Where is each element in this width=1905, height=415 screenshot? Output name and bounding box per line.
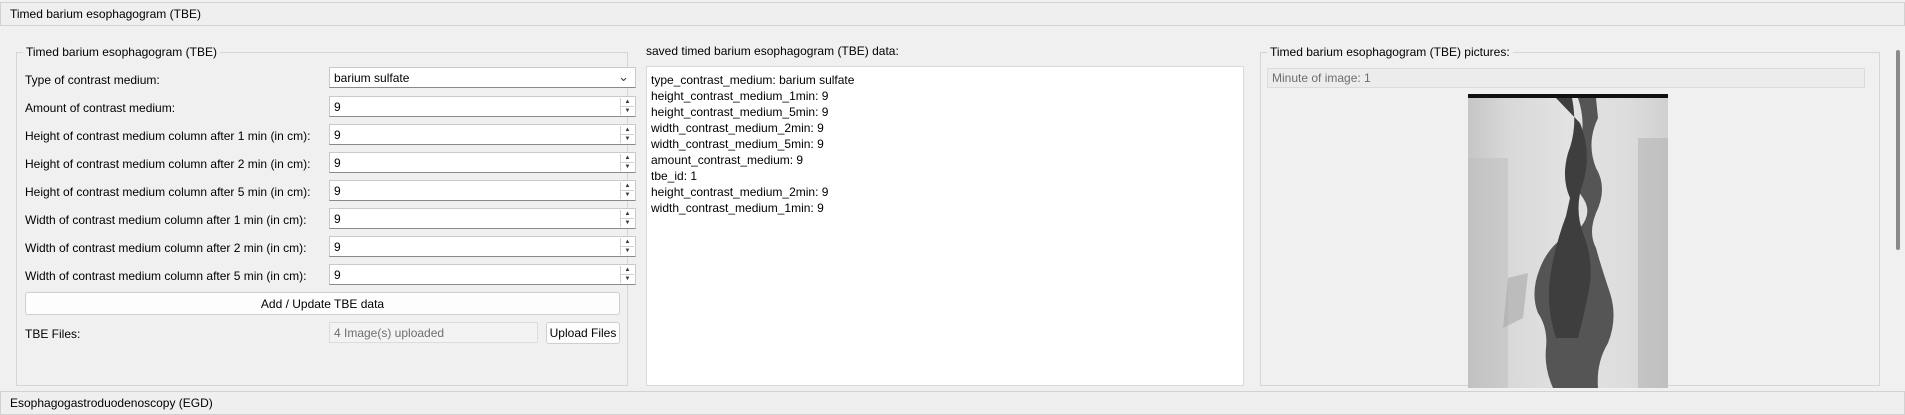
height-5min-label: Height of contrast medium column after 5… xyxy=(25,185,311,199)
saved-data-line: height_contrast_medium_1min: 9 xyxy=(651,89,829,103)
saved-data-line: height_contrast_medium_5min: 9 xyxy=(651,105,829,119)
height-5min-stepper: ▲ ▼ xyxy=(620,182,634,199)
width-5min-stepper: ▲ ▼ xyxy=(620,266,634,283)
width-5min-label: Width of contrast medium column after 5 … xyxy=(25,269,307,283)
tbe-files-status: 4 Image(s) uploaded xyxy=(329,322,538,343)
egd-section-header[interactable]: Esophagogastroduodenoscopy (EGD) xyxy=(0,391,1905,415)
spin-up-icon[interactable]: ▲ xyxy=(621,182,634,191)
width-2min-value: 9 xyxy=(334,240,341,254)
chevron-down-icon: ⌄ xyxy=(618,69,629,84)
spin-down-icon[interactable]: ▼ xyxy=(621,135,634,143)
width-1min-spinbox[interactable]: 9 ▲ ▼ xyxy=(329,208,636,229)
height-5min-spinbox[interactable]: 9 ▲ ▼ xyxy=(329,180,636,201)
saved-data-line: type_contrast_medium: barium sulfate xyxy=(651,73,855,87)
spin-down-icon[interactable]: ▼ xyxy=(621,107,634,115)
width-2min-spinbox[interactable]: 9 ▲ ▼ xyxy=(329,236,636,257)
tbe-section-header[interactable]: Timed barium esophagogram (TBE) xyxy=(0,2,1905,26)
width-5min-value: 9 xyxy=(334,268,341,282)
height-2min-stepper: ▲ ▼ xyxy=(620,154,634,171)
height-1min-spinbox[interactable]: 9 ▲ ▼ xyxy=(329,124,636,145)
amount-spinbox[interactable]: 9 ▲ ▼ xyxy=(329,96,636,117)
width-5min-spinbox[interactable]: 9 ▲ ▼ xyxy=(329,264,636,285)
height-1min-value: 9 xyxy=(334,128,341,142)
minute-of-image-field: Minute of image: 1 xyxy=(1267,68,1865,88)
saved-data-line: width_contrast_medium_1min: 9 xyxy=(651,201,824,215)
xray-image-graphic xyxy=(1468,98,1668,388)
spin-down-icon[interactable]: ▼ xyxy=(621,191,634,199)
spin-up-icon[interactable]: ▲ xyxy=(621,126,634,135)
saved-data-line: width_contrast_medium_5min: 9 xyxy=(651,137,824,151)
spin-up-icon[interactable]: ▲ xyxy=(621,210,634,219)
type-label: Type of contrast medium: xyxy=(25,73,160,87)
spin-down-icon[interactable]: ▼ xyxy=(621,219,634,227)
width-1min-value: 9 xyxy=(334,212,341,226)
spin-up-icon[interactable]: ▲ xyxy=(621,98,634,107)
contrast-type-value: barium sulfate xyxy=(334,71,410,85)
height-1min-stepper: ▲ ▼ xyxy=(620,126,634,143)
spin-down-icon[interactable]: ▼ xyxy=(621,163,634,171)
tbe-pictures-group-title: Timed barium esophagogram (TBE) pictures… xyxy=(1267,45,1513,59)
saved-data-line: amount_contrast_medium: 9 xyxy=(651,153,804,167)
spin-up-icon[interactable]: ▲ xyxy=(621,154,634,163)
tbe-section-title: Timed barium esophagogram (TBE) xyxy=(10,7,201,21)
height-1min-label: Height of contrast medium column after 1… xyxy=(25,129,311,143)
spin-down-icon[interactable]: ▼ xyxy=(621,247,634,255)
tbe-files-label: TBE Files: xyxy=(25,327,81,341)
upload-files-button[interactable]: Upload Files xyxy=(546,322,620,344)
amount-label: Amount of contrast medium: xyxy=(25,101,176,115)
height-2min-value: 9 xyxy=(334,156,341,170)
contrast-type-select[interactable]: barium sulfate ⌄ xyxy=(329,67,636,88)
saved-data-line: tbe_id: 1 xyxy=(651,169,698,183)
width-1min-stepper: ▲ ▼ xyxy=(620,210,634,227)
width-2min-stepper: ▲ ▼ xyxy=(620,238,634,255)
amount-value: 9 xyxy=(334,100,341,114)
width-2min-label: Width of contrast medium column after 2 … xyxy=(25,241,307,255)
scrollbar-thumb[interactable] xyxy=(1896,50,1900,250)
spin-up-icon[interactable]: ▲ xyxy=(621,266,634,275)
height-5min-value: 9 xyxy=(334,184,341,198)
tbe-form-group-title: Timed barium esophagogram (TBE) xyxy=(23,45,220,59)
spin-down-icon[interactable]: ▼ xyxy=(621,275,634,283)
add-update-tbe-button[interactable]: Add / Update TBE data xyxy=(25,292,620,315)
height-2min-label: Height of contrast medium column after 2… xyxy=(25,157,311,171)
saved-data-line: width_contrast_medium_2min: 9 xyxy=(651,121,824,135)
spin-up-icon[interactable]: ▲ xyxy=(621,238,634,247)
saved-data-title: saved timed barium esophagogram (TBE) da… xyxy=(646,44,899,58)
vertical-scrollbar[interactable] xyxy=(1893,46,1903,386)
saved-data-textarea[interactable]: type_contrast_medium: barium sulfate heig… xyxy=(646,66,1244,386)
amount-stepper: ▲ ▼ xyxy=(620,98,634,115)
width-1min-label: Width of contrast medium column after 1 … xyxy=(25,213,307,227)
height-2min-spinbox[interactable]: 9 ▲ ▼ xyxy=(329,152,636,173)
saved-data-line: height_contrast_medium_2min: 9 xyxy=(651,185,829,199)
barium-esophagogram-image xyxy=(1468,94,1668,388)
egd-section-title: Esophagogastroduodenoscopy (EGD) xyxy=(10,396,213,410)
